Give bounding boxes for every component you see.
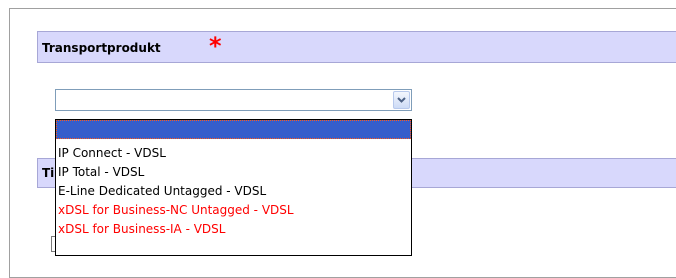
section-title: Transportprodukt <box>42 41 161 55</box>
transportprodukt-select[interactable] <box>55 89 412 111</box>
second-section-title: Ti <box>42 166 55 180</box>
dropdown-arrow-button[interactable] <box>393 91 410 109</box>
option-xdsl-business-nc-untagged-vdsl[interactable]: xDSL for Business-NC Untagged - VDSL <box>56 201 411 220</box>
chevron-down-icon <box>397 97 406 103</box>
required-marker: * <box>209 32 222 60</box>
option-xdsl-business-ia-vdsl[interactable]: xDSL for Business-IA - VDSL <box>56 220 411 239</box>
option-ip-connect-vdsl[interactable]: IP Connect - VDSL <box>56 144 411 163</box>
transportprodukt-section-header: Transportprodukt * <box>37 31 676 63</box>
transportprodukt-options-list[interactable]: IP Connect - VDSL IP Total - VDSL E-Line… <box>55 119 412 256</box>
option-e-line-dedicated-untagged-vdsl[interactable]: E-Line Dedicated Untagged - VDSL <box>56 182 411 201</box>
option-ip-total-vdsl[interactable]: IP Total - VDSL <box>56 163 411 182</box>
option-empty[interactable] <box>56 120 411 139</box>
